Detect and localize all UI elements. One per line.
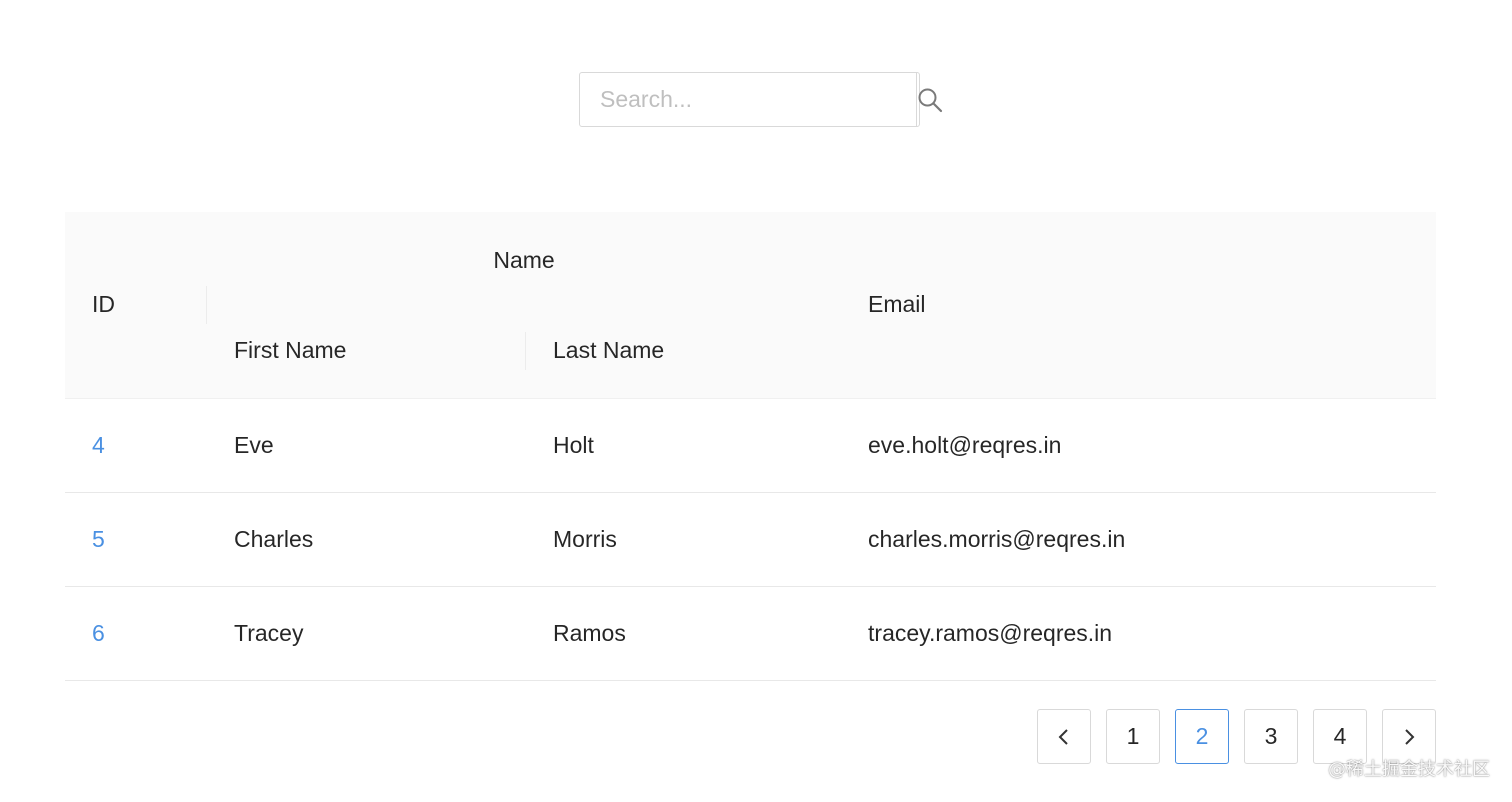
cell-first-name: Charles <box>207 492 526 587</box>
cell-email: eve.holt@reqres.in <box>841 398 1437 493</box>
cell-email: tracey.ramos@reqres.in <box>841 586 1437 681</box>
search-box <box>579 72 943 127</box>
page-button-2[interactable]: 2 <box>1175 709 1229 764</box>
table-header: ID Name Email First Name Last Name <box>65 212 1437 399</box>
table-row: 5 Charles Morris charles.morris@reqres.i… <box>65 492 1437 587</box>
cell-id[interactable]: 6 <box>65 586 207 681</box>
page-button-3[interactable]: 3 <box>1244 709 1298 764</box>
prev-page-button[interactable] <box>1037 709 1091 764</box>
search-button[interactable] <box>916 73 943 126</box>
table-row: 6 Tracey Ramos tracey.ramos@reqres.in <box>65 586 1437 681</box>
chevron-left-icon <box>1058 728 1068 745</box>
cell-email: charles.morris@reqres.in <box>841 492 1437 587</box>
cell-id[interactable]: 4 <box>65 398 207 493</box>
header-name-group: Name <box>207 212 842 306</box>
watermark: @稀土掘金技术社区 <box>1328 759 1490 780</box>
search-input[interactable] <box>580 73 916 126</box>
cell-first-name: Eve <box>207 398 526 493</box>
cell-first-name: Tracey <box>207 586 526 681</box>
cell-last-name: Morris <box>526 492 842 587</box>
header-last-name: Last Name <box>526 306 842 399</box>
page-button-1[interactable]: 1 <box>1106 709 1160 764</box>
header-email: Email <box>841 212 1437 399</box>
header-first-name: First Name <box>207 306 526 399</box>
users-table: ID Name Email First Name Last Name 4 Eve… <box>65 212 1437 681</box>
search-icon <box>918 88 943 112</box>
header-id: ID <box>65 212 207 399</box>
cell-id[interactable]: 5 <box>65 492 207 587</box>
cell-last-name: Ramos <box>526 586 842 681</box>
cell-last-name: Holt <box>526 398 842 493</box>
table-row: 4 Eve Holt eve.holt@reqres.in <box>65 398 1437 493</box>
chevron-right-icon <box>1405 728 1415 745</box>
